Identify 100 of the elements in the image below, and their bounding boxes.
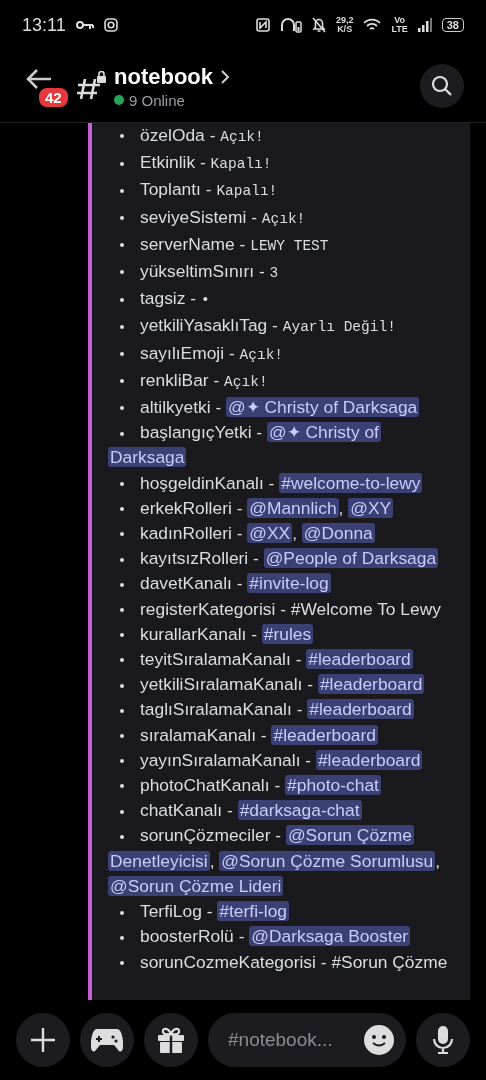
mention-link[interactable]: @Darksaga Booster bbox=[249, 926, 411, 947]
games-button[interactable] bbox=[80, 1013, 134, 1067]
mention-link[interactable]: @Sorun Çözme Sorumlusu bbox=[219, 850, 436, 871]
mention-link[interactable]: #leaderboard bbox=[315, 749, 423, 770]
mention-link[interactable]: #leaderboard bbox=[306, 649, 413, 670]
plus-icon bbox=[30, 1027, 56, 1053]
network-label: LTE bbox=[391, 25, 408, 34]
separator: - bbox=[206, 901, 213, 922]
separator: - bbox=[236, 573, 243, 594]
mention-link[interactable]: Darksaga bbox=[108, 447, 187, 468]
mention-link[interactable]: #rules bbox=[261, 623, 314, 644]
mention-link[interactable]: #photo-chat bbox=[285, 775, 381, 796]
mention-link[interactable]: @✦ Christy of Darksaga bbox=[226, 397, 420, 418]
signal-icon bbox=[417, 18, 432, 32]
separator: - bbox=[251, 623, 257, 644]
nfc-icon bbox=[255, 18, 270, 32]
online-count: 9 Online bbox=[129, 91, 185, 109]
gamepad-icon bbox=[91, 1027, 123, 1053]
setting-value: Açık! bbox=[239, 346, 284, 363]
bullet-icon bbox=[120, 910, 124, 915]
mention-link[interactable]: @✦ Christy of bbox=[267, 422, 381, 443]
separator: - bbox=[307, 674, 314, 695]
bullet-icon bbox=[120, 482, 124, 487]
bullet-icon bbox=[120, 431, 124, 436]
bullet-icon bbox=[120, 784, 124, 789]
bullet-icon bbox=[120, 406, 124, 411]
bullet-icon bbox=[120, 270, 124, 275]
mention-link[interactable]: #leaderboard bbox=[271, 724, 378, 745]
setting-value: Ayarlı Değil! bbox=[282, 319, 396, 336]
bullet-icon bbox=[120, 809, 124, 814]
setting-key: photoChatKanalı bbox=[140, 775, 270, 796]
mention-link[interactable]: #leaderboard bbox=[307, 699, 414, 720]
locked-channel-icon bbox=[76, 71, 108, 101]
search-button[interactable] bbox=[420, 64, 464, 108]
microphone-button[interactable] bbox=[416, 1013, 470, 1067]
setting-key: kayıtsızRolleri bbox=[140, 548, 249, 569]
bullet-icon bbox=[120, 134, 124, 139]
separator: - bbox=[205, 179, 212, 200]
setting-value: , bbox=[435, 850, 441, 871]
channel-title[interactable]: notebook bbox=[114, 63, 213, 90]
mention-link[interactable]: @People of Darksaga bbox=[263, 548, 439, 569]
mention-link[interactable]: #darksaga-chat bbox=[237, 800, 362, 821]
setting-key: erkekRolleri bbox=[140, 497, 232, 518]
setting-key: yayınSıralamaKanalı bbox=[140, 749, 301, 770]
mention-link[interactable]: Denetleyicisi bbox=[108, 850, 210, 871]
setting-key: davetKanalı bbox=[140, 573, 232, 594]
setting-key: sorunCozmeKategorisi bbox=[140, 951, 316, 972]
online-dot bbox=[114, 95, 124, 105]
bullet-icon bbox=[120, 734, 124, 739]
setting-key: taglıSıralamaKanalı bbox=[140, 699, 292, 720]
speed-unit: K/S bbox=[337, 25, 353, 34]
mention-link[interactable]: #invite-log bbox=[247, 573, 331, 594]
separator: - bbox=[272, 315, 278, 336]
bullet-icon bbox=[120, 352, 124, 357]
setting-value: LEWY TEST bbox=[250, 237, 329, 254]
battery-indicator: 38 bbox=[441, 18, 464, 32]
separator: - bbox=[236, 497, 243, 518]
setting-key: Etkinlik bbox=[140, 152, 196, 173]
setting-value: #Welcome To Lewy bbox=[290, 598, 441, 619]
mention-link[interactable]: #leaderboard bbox=[317, 674, 425, 695]
bullet-icon bbox=[120, 161, 124, 166]
mention-link[interactable]: @Sorun Çözme Lideri bbox=[108, 875, 284, 896]
bullet-icon bbox=[120, 633, 124, 638]
setting-value: Açık! bbox=[224, 373, 268, 390]
separator: - bbox=[320, 951, 327, 972]
back-arrow-icon[interactable] bbox=[26, 68, 52, 90]
chevron-icon[interactable] bbox=[221, 69, 229, 84]
setting-key: boosterRolü bbox=[140, 926, 234, 947]
separator: - bbox=[296, 699, 303, 720]
mention-link[interactable]: @Sorun Çözme bbox=[285, 825, 414, 846]
separator: - bbox=[199, 152, 206, 173]
message-field[interactable]: #notebook... bbox=[208, 1013, 406, 1067]
mention-link[interactable]: #terfi-log bbox=[217, 901, 290, 922]
mention-link[interactable]: @Donna bbox=[301, 523, 375, 544]
smiley-icon[interactable] bbox=[364, 1025, 394, 1055]
bullet-icon bbox=[120, 297, 124, 302]
mention-link[interactable]: @XX bbox=[247, 523, 293, 544]
separator: - bbox=[209, 125, 216, 145]
mention-link[interactable]: #welcome-to-lewy bbox=[279, 472, 423, 493]
clock: 13:11 bbox=[22, 14, 66, 36]
bullet-icon bbox=[120, 960, 124, 965]
separator: - bbox=[256, 422, 263, 443]
setting-value: , bbox=[338, 497, 345, 518]
setting-key: başlangıçYetki bbox=[140, 422, 252, 443]
setting-key: özelOda bbox=[140, 125, 205, 145]
wifi-icon bbox=[363, 18, 382, 32]
message-input[interactable]: #notebook... bbox=[226, 1028, 364, 1052]
separator: - bbox=[305, 749, 312, 770]
add-button[interactable] bbox=[16, 1013, 70, 1067]
bullet-icon bbox=[120, 935, 124, 940]
gift-button[interactable] bbox=[144, 1013, 198, 1067]
separator: - bbox=[258, 261, 265, 281]
key-icon bbox=[75, 20, 94, 30]
mention-link[interactable]: @XY bbox=[348, 497, 394, 518]
bullet-icon bbox=[120, 834, 124, 839]
mention-link[interactable]: @Mannlich bbox=[247, 497, 339, 518]
setting-key: yetkiliYasaklıTag bbox=[140, 315, 268, 336]
setting-key: yükseltimSınırı bbox=[140, 261, 255, 281]
bullet-icon bbox=[120, 683, 124, 688]
setting-key: teyitSıralamaKanalı bbox=[140, 649, 291, 670]
